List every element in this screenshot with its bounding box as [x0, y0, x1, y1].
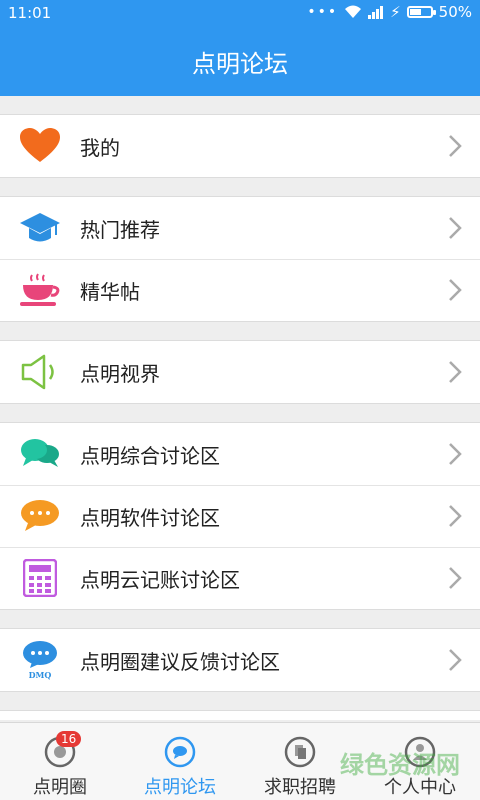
- list-group-partial: [0, 710, 480, 720]
- list-group: 点明视界: [0, 340, 480, 404]
- list-item-hot[interactable]: 热门推荐: [0, 197, 480, 259]
- chevron-right-icon: [430, 648, 480, 672]
- notification-dots-icon: •••: [307, 4, 339, 20]
- battery-percent: 50%: [438, 3, 472, 21]
- list-group: 我的: [0, 114, 480, 178]
- chevron-right-icon: [430, 566, 480, 590]
- dmq-bubble-icon: DMQ: [0, 629, 80, 691]
- chevron-right-icon: [430, 360, 480, 384]
- list-item-software-forum[interactable]: 点明软件讨论区: [0, 485, 480, 547]
- chat-bubbles-icon: [0, 423, 80, 485]
- list-item-label: 点明软件讨论区: [80, 505, 220, 530]
- list-item-cloud-accounting-forum[interactable]: 点明云记账讨论区: [0, 547, 480, 609]
- charging-icon: ⚡: [390, 3, 401, 21]
- status-bar: 11:01 ••• ⚡ 50%: [0, 0, 480, 26]
- speaker-icon: [0, 341, 80, 403]
- list-item-featured[interactable]: 精华帖: [0, 259, 480, 321]
- tab-forum[interactable]: 点明论坛: [120, 723, 240, 800]
- list-item-feedback-forum[interactable]: DMQ 点明圈建议反馈讨论区: [0, 629, 480, 691]
- coffee-cup-icon: [0, 259, 80, 321]
- list-item-vision[interactable]: 点明视界: [0, 341, 480, 403]
- list-item-mine[interactable]: 我的: [0, 115, 480, 177]
- list-item-label: 精华帖: [80, 279, 140, 304]
- list-item-label: 我的: [80, 135, 120, 160]
- notification-badge: 16: [56, 731, 82, 747]
- list-item-label: 热门推荐: [80, 217, 160, 242]
- forum-list: 我的 热门推荐 精华帖 点明视界 点明综合讨论区 点明软件讨论区 点明云记账讨论…: [0, 96, 480, 722]
- watermark: 绿色资源网: [340, 751, 460, 779]
- tab-label: 点明圈: [33, 777, 87, 798]
- heart-icon: [0, 115, 80, 177]
- list-group: 点明综合讨论区 点明软件讨论区 点明云记账讨论区: [0, 422, 480, 610]
- chevron-right-icon: [430, 278, 480, 302]
- tab-label: 点明论坛: [144, 777, 216, 798]
- chat-bubble-dots-icon: [0, 485, 80, 547]
- chevron-right-icon: [430, 442, 480, 466]
- calculator-icon: [0, 547, 80, 609]
- list-item-label: 点明视界: [80, 361, 160, 386]
- page-title: 点明论坛: [192, 49, 288, 78]
- list-item-label: 点明综合讨论区: [80, 443, 220, 468]
- graduation-cap-icon: [0, 197, 80, 259]
- jobs-tab-icon: [284, 736, 316, 768]
- chevron-right-icon: [430, 134, 480, 158]
- battery-icon: [406, 6, 436, 18]
- wifi-icon: [345, 5, 362, 18]
- signal-icon: [368, 6, 384, 19]
- status-time: 11:01: [8, 4, 52, 22]
- forum-tab-icon: [164, 736, 196, 768]
- list-group: DMQ 点明圈建议反馈讨论区: [0, 628, 480, 692]
- title-bar: 点明论坛: [0, 26, 480, 96]
- chevron-right-icon: [430, 504, 480, 528]
- list-item-label: 点明圈建议反馈讨论区: [80, 649, 280, 674]
- list-item-label: 点明云记账讨论区: [80, 567, 240, 592]
- status-icons: ••• ⚡ 50%: [307, 3, 472, 21]
- chevron-right-icon: [430, 216, 480, 240]
- list-item-general-forum[interactable]: 点明综合讨论区: [0, 423, 480, 485]
- list-group: 热门推荐 精华帖: [0, 196, 480, 322]
- svg-text:DMQ: DMQ: [29, 670, 52, 680]
- tab-label: 求职招聘: [264, 777, 336, 798]
- tab-circle[interactable]: 16 点明圈: [0, 723, 120, 800]
